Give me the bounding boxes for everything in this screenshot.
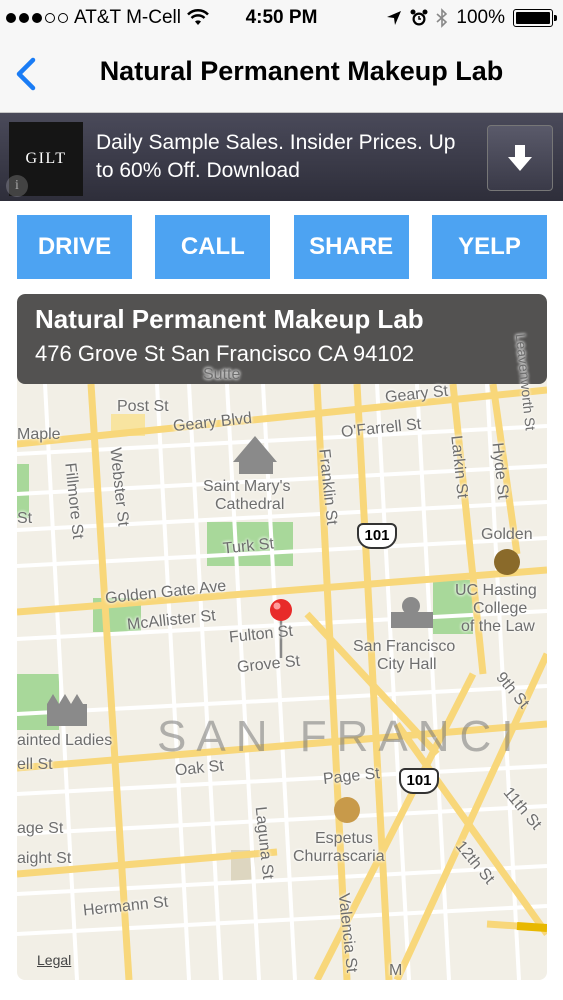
map-label: College [473, 600, 528, 617]
call-button[interactable]: CALL [155, 215, 271, 279]
map-label: ainted Ladies [17, 732, 113, 749]
status-bar: AT&T M-Cell 4:50 PM 100% [0, 0, 563, 36]
battery-icon [513, 9, 557, 27]
map-label: City Hall [377, 656, 437, 673]
map-label: Espetus [315, 830, 373, 847]
back-button[interactable] [8, 54, 48, 94]
map-label: Post St [117, 398, 169, 415]
map-label: aight St [17, 850, 72, 867]
battery-percent: 100% [456, 7, 505, 28]
share-button[interactable]: SHARE [293, 215, 409, 279]
map-label: Churrascaria [293, 848, 385, 865]
ad-text: Daily Sample Sales. Insider Prices. Up t… [96, 131, 456, 182]
restaurant-icon [334, 797, 360, 823]
place-name: Natural Permanent Makeup Lab [35, 304, 424, 334]
legal-link[interactable]: Legal [37, 952, 71, 968]
map-label: Cathedral [215, 496, 285, 513]
map-label: Sutte [203, 366, 241, 383]
map-label: Saint Mary's [203, 478, 291, 495]
drive-button[interactable]: DRIVE [17, 215, 132, 279]
map-district-label: SAN FRANCI [157, 712, 524, 761]
location-arrow-icon [387, 11, 402, 25]
navigation-bar: Natural Permanent Makeup Lab [0, 36, 563, 113]
map-label: St [17, 510, 33, 527]
alarm-clock-icon [410, 9, 428, 26]
highway-101-shield: 101 [399, 768, 439, 794]
map-label: of the Law [461, 618, 535, 635]
ad-banner[interactable]: GILT i Daily Sample Sales. Insider Price… [0, 113, 563, 201]
highway-101-shield: 101 [357, 523, 397, 549]
place-callout[interactable]: Natural Permanent Makeup Lab 476 Grove S… [17, 294, 547, 384]
map-label: age St [17, 820, 64, 837]
map-view[interactable]: Natural Permanent Makeup Lab 476 Grove S… [17, 294, 547, 980]
painted-ladies-icon [47, 694, 87, 726]
map-label: Golden [481, 526, 533, 543]
download-arrow-icon [508, 145, 532, 171]
map-label: ell St [17, 756, 53, 773]
place-address: 476 Grove St San Francisco CA 94102 [35, 341, 415, 366]
college-icon [494, 549, 520, 575]
ad-download-button[interactable] [487, 125, 553, 191]
map-label: UC Hasting [455, 582, 537, 599]
chevron-left-icon [16, 57, 36, 91]
bluetooth-icon [436, 8, 448, 28]
yelp-button[interactable]: YELP [431, 215, 547, 279]
page-title: Natural Permanent Makeup Lab [99, 56, 504, 86]
action-buttons: DRIVE CALL SHARE YELP [17, 215, 547, 279]
map-label: M [389, 962, 403, 979]
status-right: 100% [386, 7, 557, 29]
map-label: San Francisco [353, 638, 456, 655]
map-label: Maple [17, 426, 61, 443]
ad-info-icon[interactable]: i [6, 175, 28, 197]
